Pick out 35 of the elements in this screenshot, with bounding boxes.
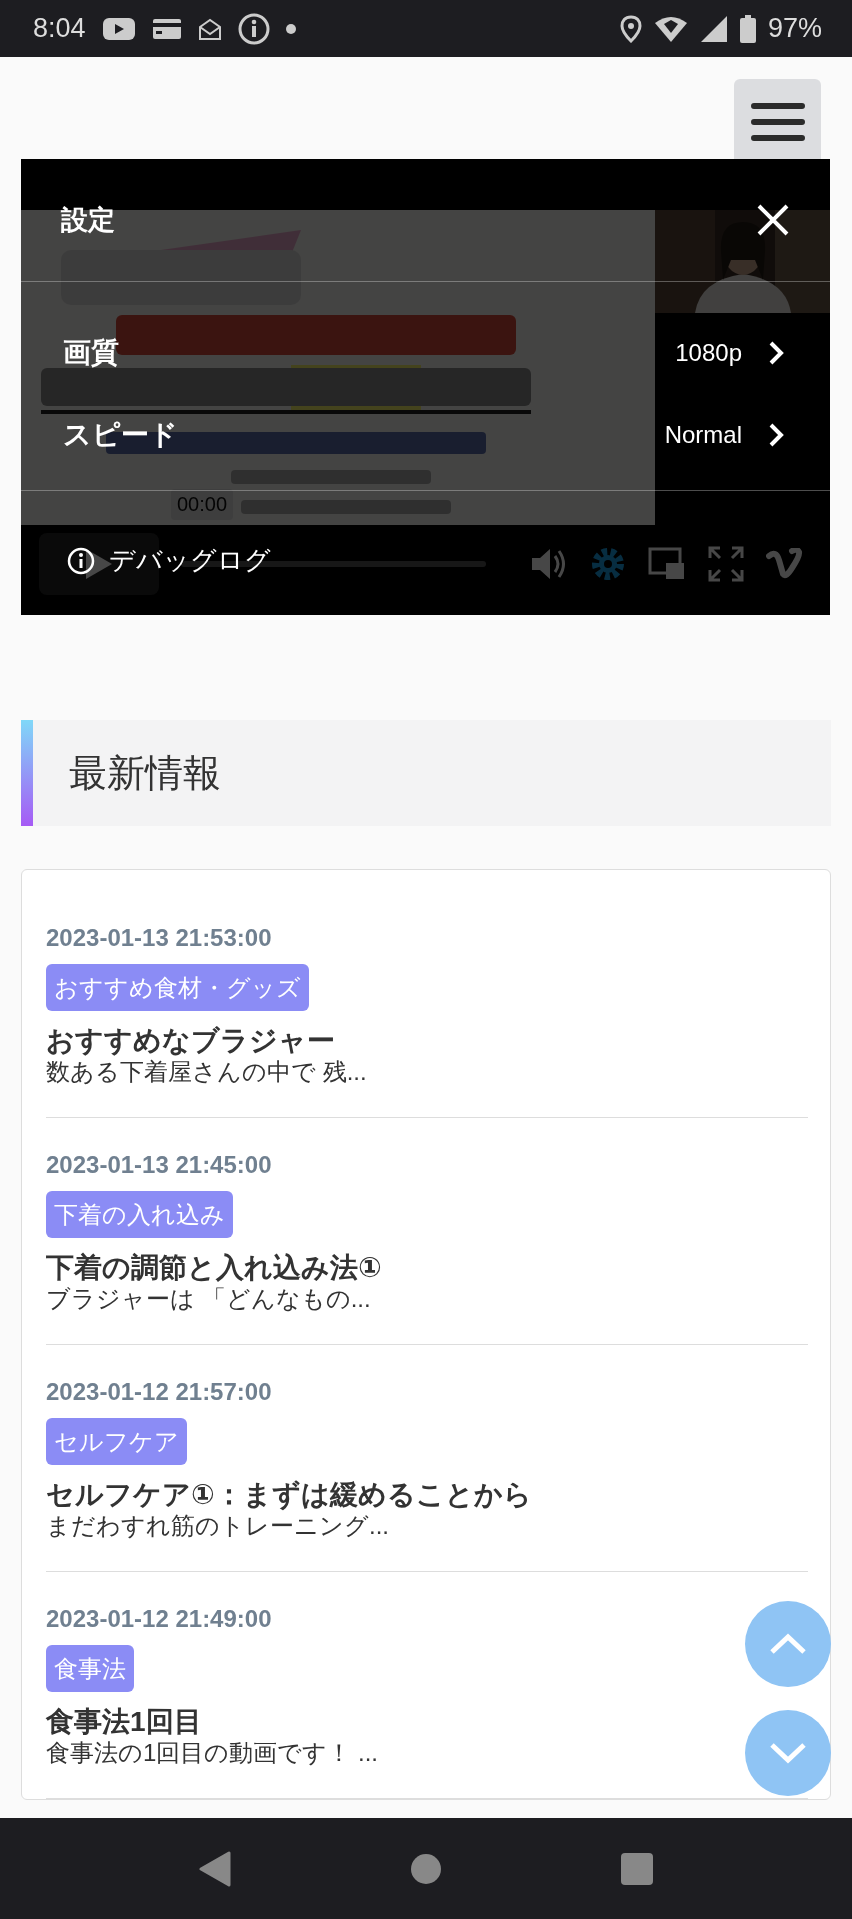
clock-time: 8:04 [33, 13, 86, 44]
post-title[interactable]: 下着の調節と入れ込み法① [46, 1252, 382, 1284]
battery-percentage: 97% [767, 13, 822, 44]
dot-icon [285, 23, 296, 34]
info-icon [67, 546, 95, 575]
menu-icon [750, 102, 805, 142]
back-icon[interactable] [199, 1850, 232, 1887]
signal-icon [699, 14, 728, 43]
home-icon[interactable] [410, 1852, 442, 1885]
chevron-right-icon [768, 422, 784, 448]
card-icon [151, 17, 182, 40]
post-title[interactable]: セルフケア①：まずは緩めることから [46, 1479, 532, 1511]
section-title: 最新情報 [69, 750, 221, 796]
recents-icon[interactable] [620, 1852, 653, 1885]
post-excerpt: 数ある下着屋さんの中で 残... [46, 1057, 367, 1087]
post-date: 2023-01-13 21:45:00 [46, 1150, 273, 1180]
post-excerpt: まだわすれ筋のトレーニング... [46, 1511, 389, 1541]
info-icon [237, 12, 270, 45]
post-date: 2023-01-12 21:57:00 [46, 1377, 273, 1407]
post-date: 2023-01-12 21:49:00 [46, 1604, 273, 1634]
chevron-right-icon [768, 340, 784, 366]
wifi-icon [653, 14, 688, 43]
battery-icon [739, 14, 756, 43]
post-title[interactable]: 食事法1回目 [46, 1706, 202, 1738]
location-icon [619, 14, 642, 43]
chevron-down-icon [768, 1741, 808, 1765]
post-excerpt: 食事法の1回目の動画です！ ... [46, 1738, 379, 1768]
chevron-up-icon [768, 1632, 808, 1656]
mail-icon [197, 16, 222, 41]
post-excerpt: ブラジャーは 「どんなもの... [46, 1284, 371, 1314]
close-button[interactable] [756, 203, 790, 237]
post-title[interactable]: おすすめなブラジャー [46, 1025, 335, 1057]
video-play-icon [101, 15, 136, 42]
post-date: 2023-01-13 21:53:00 [46, 923, 273, 953]
close-icon [756, 203, 790, 237]
